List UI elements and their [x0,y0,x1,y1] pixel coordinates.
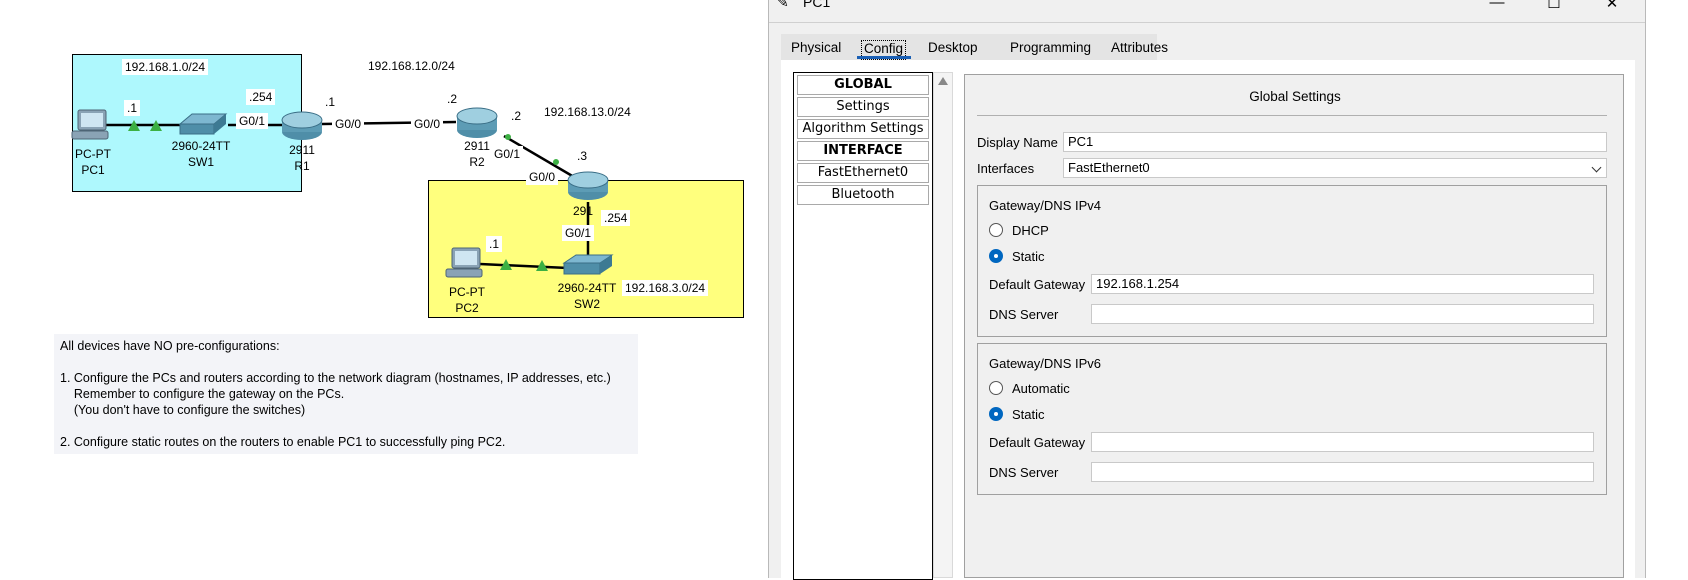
chevron-down-icon [1591,162,1602,173]
r1-g00-host-label: .1 [322,94,339,110]
instructions-line: (You don't have to configure the switche… [60,403,306,417]
interfaces-select-value: FastEthernet0 [1068,160,1150,175]
r3-g00-label: G0/0 [526,169,559,185]
r1-name-label: R1 [294,159,310,173]
ipv4-gateway-label: Default Gateway [989,277,1086,292]
r1-g00-label: G0/0 [332,116,365,132]
sidebar-item-settings[interactable]: Settings [797,97,929,117]
r2-name-label: R2 [469,155,485,169]
minimize-button[interactable]: — [1482,0,1512,14]
tab-programming[interactable]: Programming [1010,40,1091,58]
tab-desktop[interactable]: Desktop [928,40,978,58]
static-ipv6-radio[interactable] [989,407,1003,421]
ipv6-gateway-label: Default Gateway [989,435,1086,450]
ipv4-group-title: Gateway/DNS IPv4 [989,198,1101,213]
ipv6-dns-label: DNS Server [989,465,1059,480]
subnet-wan12-label: 192.168.12.0/24 [365,58,458,74]
divider [977,115,1607,116]
interfaces-label: Interfaces [977,161,1035,176]
interfaces-select[interactable]: FastEthernet0 [1063,158,1607,178]
global-settings-panel: Global Settings Display Name PC1 Interfa… [964,74,1624,578]
r3-icon [567,171,609,200]
pc2-host-label: .1 [486,236,503,252]
tab-physical[interactable]: Physical [791,40,841,58]
static-ipv4-label[interactable]: Static [1012,249,1045,264]
section-title: Global Settings [1249,89,1341,104]
pc1-model-label: PC-PT [75,147,111,161]
pc1-host-label: .1 [124,100,141,116]
sw1-icon [178,113,228,135]
instructions-line: Remember to configure the gateway on the… [60,387,345,401]
link-up-indicator [505,134,511,140]
app-icon: ✎ [777,0,789,10]
r2-g00-label: G0/0 [411,116,444,132]
display-name-field[interactable]: PC1 [1063,132,1607,152]
close-button[interactable]: ✕ [1597,0,1627,14]
ipv4-gateway-field[interactable]: 192.168.1.254 [1091,274,1594,294]
ipv6-dns-field[interactable] [1091,462,1594,482]
tab-bar: Physical Config Desktop Programming Attr… [781,34,1168,60]
sw2-name-label: SW2 [573,297,600,311]
ipv6-group-title: Gateway/DNS IPv6 [989,356,1101,371]
ipv4-dns-field[interactable] [1091,304,1594,324]
instructions-line: All devices have NO pre-configurations: [60,339,280,353]
pc2-icon [445,247,483,278]
sidebar-header-interface[interactable]: INTERFACE [797,141,929,161]
r3-model-label: 291 [572,204,594,218]
ipv6-group: Gateway/DNS IPv6 Automatic Static Defaul… [977,343,1607,495]
r1-g01-label: G0/1 [236,113,269,129]
subnet-lan1-label: 192.168.1.0/24 [122,59,209,75]
subnet-wan13-label: 192.168.13.0/24 [541,104,634,120]
config-sidebar: GLOBAL Settings Algorithm Settings INTER… [793,72,933,580]
sidebar-item-fastethernet0[interactable]: FastEthernet0 [797,163,929,183]
tab-attributes[interactable]: Attributes [1111,40,1168,58]
r2-g01-host-label: .2 [508,108,525,124]
r1-g01-host-label: .254 [246,89,276,105]
sidebar-scrollbar[interactable] [933,72,953,578]
ipv4-dns-label: DNS Server [989,307,1059,322]
r2-model-label: 2911 [464,139,490,153]
r3-g00-host-label: .3 [574,148,591,164]
r3-g01-label: G0/1 [562,225,595,241]
automatic-radio[interactable] [989,381,1003,395]
ipv4-group: Gateway/DNS IPv4 DHCP Static Default Gat… [977,185,1607,337]
r2-icon [456,107,498,138]
sidebar-item-algorithm-settings[interactable]: Algorithm Settings [797,119,929,139]
instructions-line: 1. Configure the PCs and routers accordi… [60,371,611,385]
display-name-label: Display Name [977,135,1058,150]
sw1-name-label: SW1 [187,155,214,169]
static-ipv6-label[interactable]: Static [1012,407,1045,422]
pc1-name-label: PC1 [81,163,105,177]
dhcp-radio[interactable] [989,223,1003,237]
sidebar-item-bluetooth[interactable]: Bluetooth [797,185,929,205]
window-title: PC1 [803,0,831,10]
instructions-line: 2. Configure static routes on the router… [60,435,506,449]
sw2-model-label: 2960-24TT [557,281,617,295]
pc1-window: ✎ PC1 — ☐ ✕ Physical Config Desktop Prog… [768,0,1646,580]
instructions-note: All devices have NO pre-configurations: … [54,334,638,454]
link-pc2-sw2 [479,262,569,270]
titlebar: ✎ PC1 — ☐ ✕ [769,0,1645,23]
link-up-indicator [553,159,559,165]
maximize-button[interactable]: ☐ [1539,0,1569,14]
pc2-name-label: PC2 [455,301,479,315]
scroll-up-arrow-icon[interactable] [938,77,948,85]
active-tab-indicator [857,56,911,59]
static-ipv4-radio[interactable] [989,249,1003,263]
automatic-label[interactable]: Automatic [1012,381,1070,396]
r2-g00-host-label: .2 [444,91,461,107]
r3-g01-host-label: .254 [601,210,631,226]
pc1-icon [71,109,109,140]
sidebar-header-global[interactable]: GLOBAL [797,75,929,95]
ipv6-gateway-field[interactable] [1091,432,1594,452]
sw1-model-label: 2960-24TT [171,139,231,153]
dhcp-label[interactable]: DHCP [1012,223,1049,238]
r1-icon [281,111,323,140]
pc2-model-label: PC-PT [449,285,485,299]
r1-model-label: 2911 [289,143,315,157]
subnet-lan3-label: 192.168.3.0/24 [622,280,709,296]
sw2-icon [562,254,614,275]
